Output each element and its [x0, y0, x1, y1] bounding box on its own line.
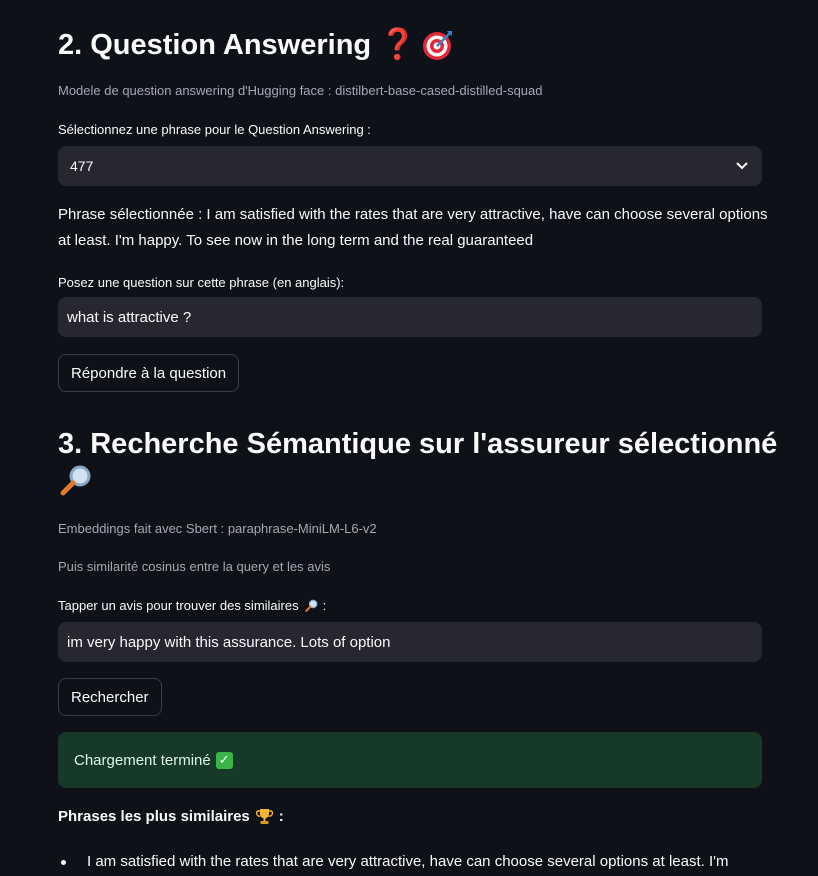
target-icon	[421, 28, 455, 62]
question-mark-icon: ❓	[379, 28, 417, 61]
review-search-input[interactable]	[58, 622, 762, 662]
qa-select-label: Sélectionnez une phrase pour le Question…	[58, 122, 371, 137]
magnifier-icon	[304, 599, 319, 613]
search-input-label-text: Tapper un avis pour trouver des similair…	[58, 598, 299, 613]
qa-model-caption: Modele de question answering d'Hugging f…	[58, 83, 543, 98]
answer-button[interactable]: Répondre à la question	[58, 354, 240, 392]
search-button[interactable]: Rechercher	[58, 678, 162, 716]
sentence-select-value: 477	[70, 158, 94, 174]
question-input[interactable]	[58, 297, 762, 337]
search-input-label: Tapper un avis pour trouver des similair…	[58, 598, 326, 613]
embeddings-caption: Embeddings fait avec Sbert : paraphrase-…	[58, 521, 377, 536]
results-list: I am satisfied with the rates that are v…	[58, 850, 778, 874]
trophy-icon	[255, 808, 273, 825]
results-heading-suffix: :	[278, 808, 284, 825]
status-text: Chargement terminé	[74, 751, 211, 769]
results-heading: Phrases les plus similaires :	[58, 808, 284, 825]
check-icon: ✓	[215, 751, 233, 769]
results-heading-text: Phrases les plus similaires	[58, 808, 250, 825]
semantic-title-text: 3. Recherche Sémantique sur l'assureur s…	[58, 428, 778, 460]
selected-sentence: Phrase sélectionnée : I am satisfied wit…	[58, 206, 768, 249]
search-input-label-suffix: :	[322, 598, 327, 613]
similarity-caption: Puis similarité cosinus entre la query e…	[58, 559, 331, 574]
status-alert: Chargement terminé ✓	[58, 732, 762, 788]
magnifier-icon	[58, 464, 94, 509]
sentence-select[interactable]: 477	[58, 146, 762, 186]
question-label: Posez une question sur cette phrase (en …	[58, 275, 345, 290]
list-item: I am satisfied with the rates that are v…	[58, 850, 778, 874]
qa-title-text: 2. Question Answering	[58, 29, 372, 61]
semantic-title: 3. Recherche Sémantique sur l'assureur s…	[58, 424, 778, 509]
chevron-down-icon[interactable]	[734, 158, 750, 174]
qa-title: 2. Question Answering ❓	[58, 27, 455, 63]
